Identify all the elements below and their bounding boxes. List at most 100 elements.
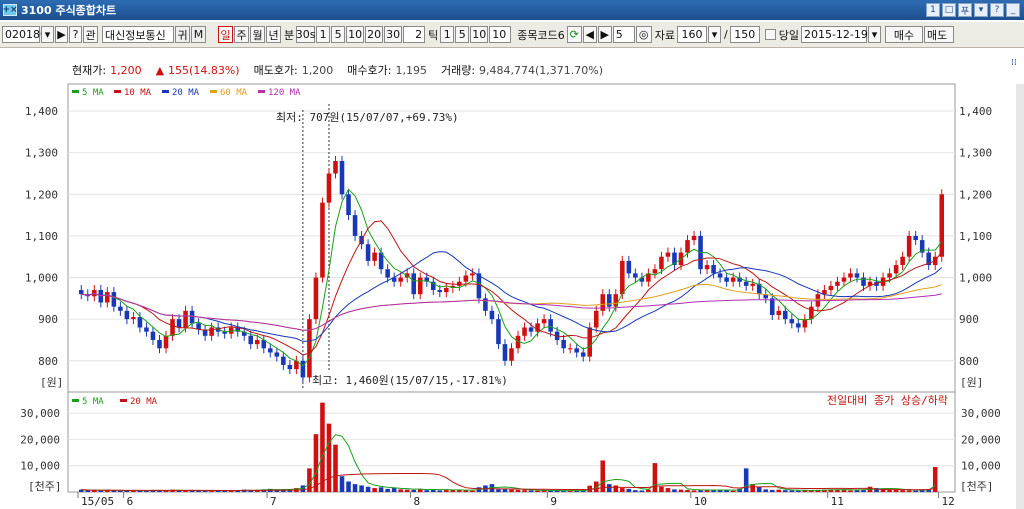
- ma-legend-label: 10 MA: [124, 88, 152, 98]
- candle-body: [463, 275, 469, 282]
- candle-body: [287, 364, 293, 370]
- volume-ma5-line: [81, 434, 936, 492]
- candle-body: [620, 260, 625, 295]
- candle-body: [587, 327, 593, 357]
- price-tick-right: 800: [959, 355, 979, 368]
- price-tick-left: 1,300: [25, 147, 58, 160]
- candle-body: [254, 339, 260, 345]
- volume-bar: [85, 490, 91, 492]
- ma-legend-swatch: [210, 90, 217, 93]
- candle-body: [659, 256, 664, 270]
- volume-tick-left: 20,000: [20, 433, 60, 446]
- volume-bar: [378, 487, 384, 492]
- candle-body: [496, 319, 501, 345]
- candle-body: [98, 290, 104, 303]
- volume-bar: [743, 468, 749, 492]
- volume-bar: [659, 486, 664, 492]
- candle-body: [307, 319, 312, 378]
- candle-body: [248, 335, 254, 345]
- candle-body: [274, 352, 280, 357]
- candle-body: [502, 344, 508, 361]
- volume-bar: [391, 488, 397, 492]
- price-tick-right: 1,400: [959, 105, 992, 118]
- candle-body: [711, 265, 716, 274]
- x-tick-label: 8: [413, 495, 420, 508]
- volume-tick-right: 20,000: [961, 433, 1001, 446]
- candle-body: [411, 273, 416, 295]
- volume-bar: [906, 490, 912, 492]
- ma-legend-swatch: [162, 90, 169, 93]
- price-tick-left: 900: [38, 313, 58, 326]
- volume-tick-right: 10,000: [961, 460, 1001, 473]
- volume-bar: [183, 490, 188, 492]
- x-tick-label: 6: [127, 495, 134, 508]
- ma-legend-label: 60 MA: [220, 88, 248, 98]
- candle-body: [561, 339, 566, 349]
- volume-bar: [769, 489, 775, 492]
- volume-bar: [372, 488, 377, 492]
- candle-body: [118, 306, 123, 311]
- candle-body: [105, 292, 110, 303]
- x-tick-label: 10: [694, 495, 707, 508]
- volume-bar: [470, 490, 475, 492]
- candle-body: [78, 290, 84, 295]
- volume-note: 전일대비 종가 상승/하락: [827, 393, 948, 407]
- candle-body: [593, 310, 599, 328]
- volume-tick-right: 30,000: [961, 407, 1001, 420]
- volume-bar: [352, 484, 358, 492]
- candle-body: [796, 323, 801, 328]
- volume-bar: [607, 484, 612, 492]
- price-tick-left: 1,400: [25, 105, 58, 118]
- candle-body: [522, 327, 527, 336]
- volume-bar: [339, 476, 345, 492]
- volume-bar: [509, 489, 514, 492]
- volume-bar: [698, 490, 703, 492]
- volume-bar: [783, 490, 788, 492]
- candle-body: [809, 306, 814, 320]
- x-tick-label: 11: [831, 495, 844, 508]
- candle-body: [528, 327, 534, 332]
- volume-bar: [313, 434, 319, 492]
- candle-body: [913, 235, 918, 241]
- candle-body: [320, 202, 325, 278]
- price-tick-left: 800: [38, 355, 58, 368]
- volume-bar: [678, 489, 684, 492]
- candle-body: [750, 283, 755, 286]
- candle-body: [665, 252, 671, 257]
- ma-legend-swatch: [72, 90, 79, 93]
- candle-body: [626, 260, 632, 274]
- volume-bar: [437, 490, 443, 492]
- volume-bar: [522, 490, 527, 492]
- volume-bar: [626, 488, 632, 492]
- volume-panel-frame: [67, 391, 956, 493]
- candle-body: [887, 273, 892, 278]
- stock-chart: 1,400 1,400 1,300 1,300 1,200 1,200 1,100 1,100…: [20, 83, 1001, 508]
- candle-body: [848, 273, 853, 278]
- volume-bar: [333, 444, 338, 492]
- candle-body: [652, 269, 658, 274]
- x-tick-label: 12: [941, 495, 954, 508]
- candle-body: [398, 277, 403, 282]
- volume-bar: [196, 490, 201, 492]
- candle-body: [607, 294, 612, 307]
- candle-body: [835, 281, 840, 286]
- volume-bar: [900, 490, 905, 492]
- candle-body: [150, 331, 156, 340]
- candle-body: [281, 356, 286, 365]
- candle-body: [489, 310, 495, 320]
- candle-body: [567, 348, 573, 350]
- volume-bar: [385, 488, 390, 492]
- ma-legend-label: 20 MA: [172, 88, 200, 98]
- volume-bar: [724, 490, 729, 492]
- candle-body: [157, 339, 162, 349]
- candle-body: [183, 310, 188, 328]
- volume-bar: [359, 485, 364, 492]
- volume-bar: [496, 489, 501, 492]
- volume-unit-left: [천주]: [28, 479, 62, 493]
- ma-legend-swatch: [258, 90, 265, 93]
- candle-body: [176, 319, 182, 328]
- candle-body: [548, 319, 553, 332]
- candle-body: [333, 161, 338, 174]
- candle-body: [111, 292, 117, 307]
- candle-body: [124, 310, 130, 320]
